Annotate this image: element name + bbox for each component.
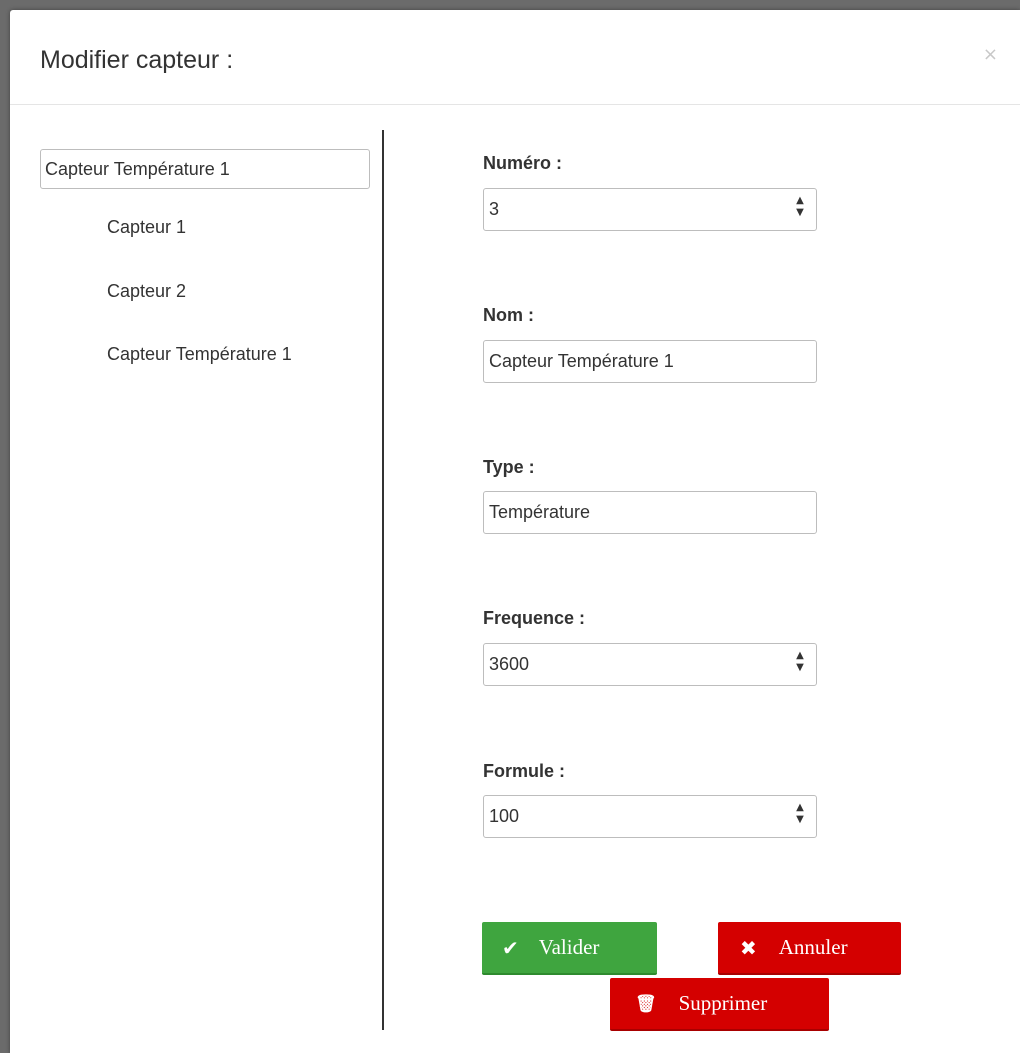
annuler-button[interactable]: ✖ Annuler	[718, 922, 901, 975]
tree-item-capteur-2[interactable]: Capteur 2	[107, 281, 186, 302]
formule-label: Formule :	[483, 761, 566, 781]
tree-item-capteur-temperature-1[interactable]: Capteur Température 1	[107, 344, 292, 365]
supprimer-button[interactable]: 🗑 Supprimer	[610, 978, 829, 1031]
sensor-tree: Capteur Température 1 Capteur 1 Capteur …	[40, 149, 380, 364]
annuler-label: Annuler	[778, 935, 848, 959]
supprimer-label: Supprimer	[678, 991, 768, 1015]
formule-value: 100	[489, 806, 520, 826]
frequence-value: 3600	[489, 654, 530, 674]
numero-label: Numéro :	[483, 153, 563, 173]
type-label: Type :	[483, 457, 535, 477]
formule-field[interactable]: 100 ▲ ▼	[483, 795, 817, 838]
tree-item-capteur-1[interactable]: Capteur 1	[107, 217, 186, 238]
close-button[interactable]: ×	[983, 46, 998, 64]
frequence-label: Frequence :	[483, 608, 586, 628]
frequence-stepper-icon[interactable]: ▲ ▼	[794, 650, 806, 678]
type-field[interactable]: Température	[483, 491, 817, 534]
vertical-divider	[382, 130, 384, 1030]
close-icon: ✖	[740, 935, 757, 960]
nom-value: Capteur Température 1	[489, 351, 674, 371]
nom-label: Nom :	[483, 305, 534, 325]
valider-label: Valider	[538, 935, 600, 959]
nom-field[interactable]: Capteur Température 1	[483, 340, 817, 383]
valider-button[interactable]: ✔ Valider	[482, 922, 657, 975]
modal-title: Modifier capteur :	[40, 46, 234, 74]
frequence-field[interactable]: 3600 ▲ ▼	[483, 643, 817, 686]
modal-header: Modifier capteur : ×	[10, 10, 1020, 105]
numero-value: 3	[489, 199, 500, 219]
check-icon: ✔	[502, 935, 519, 960]
formule-stepper-icon[interactable]: ▲ ▼	[794, 802, 806, 830]
numero-stepper-icon[interactable]: ▲ ▼	[794, 195, 806, 223]
edit-sensor-modal: Modifier capteur : × Capteur Température…	[10, 10, 1020, 1053]
tree-root-node[interactable]: Capteur Température 1	[40, 149, 370, 189]
type-value: Température	[489, 502, 591, 522]
trash-icon: 🗑	[635, 993, 657, 1014]
numero-field[interactable]: 3 ▲ ▼	[483, 188, 817, 231]
